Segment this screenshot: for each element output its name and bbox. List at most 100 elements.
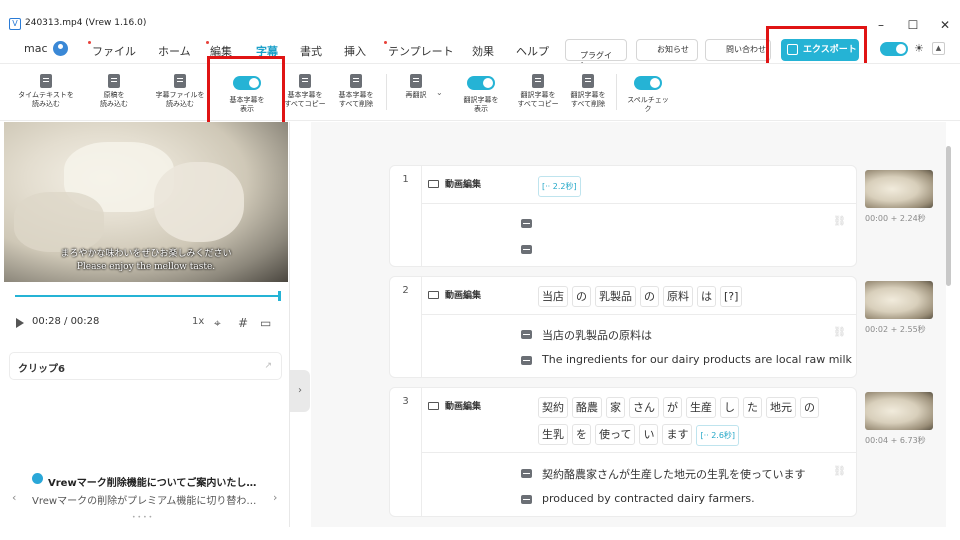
screenshot-icon[interactable]: ⌖ [214,316,221,331]
clip-thumbnail[interactable] [865,392,933,430]
user-name[interactable]: mac [24,42,48,55]
notice-banner[interactable]: Vrewマーク削除機能についてご案内いたし… Vrewマークの削除がプレミアム機… [0,464,290,526]
video-preview[interactable]: まろやかな味わいをぜひお楽しみください Please enjoy the mel… [4,122,288,282]
word-token[interactable]: た [743,397,762,418]
minimize-button[interactable]: – [866,16,896,34]
pagination-dots: •••• [132,514,155,521]
subtitle-line-icon [521,219,532,228]
clip-tokens[interactable]: 当店の乳製品の原料は [?] [538,283,848,310]
clip-row[interactable]: 2 動画編集 当店の乳製品の原料は [?] 当店の乳製品の原料は ⛓ The in… [389,276,857,378]
clip-header[interactable]: 動画編集 [428,288,481,301]
link-icon[interactable]: ⛓ [833,216,846,227]
window-title: 240313.mp4 (Vrew 1.16.0) [25,18,147,28]
link-icon[interactable]: ⛓ [833,327,846,338]
tab-template[interactable]: テンプレート [384,41,454,59]
clip-thumbnail[interactable] [865,281,933,319]
avatar-icon[interactable] [53,41,68,56]
close-button[interactable]: ✕ [930,16,960,34]
word-token[interactable]: [?] [720,286,743,307]
word-token[interactable]: 乳製品 [595,286,636,307]
word-token[interactable]: 地元 [766,397,796,418]
gap-token[interactable]: [·· 2.2秒] [538,176,581,197]
clip-tokens[interactable]: [·· 2.2秒] [538,172,848,199]
link-icon[interactable]: ⛓ [833,466,846,477]
subtitle-en[interactable]: produced by contracted dairy farmers. [542,492,755,505]
playback-progress-bar[interactable] [15,295,280,297]
play-icon[interactable] [16,318,24,328]
import-subtitle-file-button[interactable]: 字幕ファイルを 読み込む [148,74,212,109]
word-token[interactable]: さん [629,397,659,418]
notice-title: Vrewマーク削除機能についてご案内いたし… [48,478,257,489]
word-token[interactable]: 酪農 [572,397,602,418]
clip-row[interactable]: 3 動画編集 契約 酪農家さんが生産した地元 の生乳を使っています [·· 2.6秒]… [389,387,857,517]
translate-delete-icon [582,74,594,88]
subtitle-overlay-icon[interactable]: ▭ [260,316,271,330]
word-token[interactable]: 原料 [663,286,693,307]
tab-file[interactable]: ファイル [88,41,136,59]
chevron-right-icon[interactable]: › [273,491,277,504]
word-token[interactable]: を [572,424,591,445]
retranslate-button[interactable]: 再翻訳 [398,74,434,100]
word-token[interactable]: い [639,424,659,445]
tab-help[interactable]: ヘルプ [516,43,549,59]
spellcheck-toggle[interactable]: スペルチェッ ク [622,74,674,114]
tab-format[interactable]: 書式 [300,43,322,59]
delete-all-translated-button[interactable]: 翻訳字幕を すべて削除 [564,74,612,109]
import-timetext-button[interactable]: タイムテキストを 読み込む [10,74,82,109]
show-translated-subtitles-toggle[interactable]: 翻訳字幕を 表示 [454,74,508,114]
panel-collapse-button[interactable]: › [290,370,310,412]
subtitle-jp[interactable]: 契約酪農家さんが生産した地元の生乳を使っています [542,466,805,482]
playback-time: 00:28 / 00:28 [32,316,99,327]
word-token[interactable]: 使って [595,424,636,445]
maximize-button[interactable]: ☐ [898,16,928,34]
tab-effects[interactable]: 効果 [472,43,494,59]
retranslate-dropdown-icon[interactable]: ⌄ [436,88,443,97]
word-token[interactable]: が [663,397,682,418]
clip-card[interactable]: クリップ6 ↗ [9,352,282,380]
clip-header[interactable]: 動画編集 [428,177,481,190]
gap-token[interactable]: [·· 2.6秒] [696,425,740,446]
translation-line-icon [521,356,532,365]
clip-row[interactable]: 1 動画編集 [·· 2.2秒] ⛓ [389,165,857,267]
clip-thumbnail[interactable] [865,170,933,208]
script-icon [108,74,120,88]
copy-all-translated-button[interactable]: 翻訳字幕を すべてコピー [510,74,566,109]
word-token[interactable]: ます [662,424,693,445]
chevron-up-icon[interactable]: ▲ [932,42,945,55]
playback-progress-handle[interactable] [278,291,281,301]
translation-line-icon [521,245,532,254]
toggle-switch[interactable] [467,76,495,90]
word-token[interactable]: の [800,397,819,418]
external-link-icon[interactable]: ↗ [264,361,272,371]
plugin-button[interactable]: プラグイ ン [565,39,627,70]
theme-toggle[interactable] [880,42,908,56]
word-token[interactable]: 契約 [538,397,568,418]
word-token[interactable]: 当店 [538,286,568,307]
import-script-button[interactable]: 原稿を 読み込む [88,74,140,109]
subtitle-file-icon [174,74,186,88]
chevron-left-icon[interactable]: ‹ [12,491,16,504]
copy-all-basic-subtitles-button[interactable]: 基本字幕を すべてコピー [278,74,332,109]
subtitle-jp[interactable]: 当店の乳製品の原料は [542,327,652,343]
delete-all-basic-subtitles-button[interactable]: 基本字幕を すべて削除 [332,74,380,109]
contact-button[interactable]: 問い合わせ [705,39,771,61]
word-token[interactable]: 生産 [686,397,716,418]
tab-insert[interactable]: 挿入 [344,43,366,59]
clip-header[interactable]: 動画編集 [428,399,481,412]
word-token[interactable]: し [720,397,739,418]
word-token[interactable]: の [572,286,591,307]
grid-icon[interactable]: # [238,316,248,330]
toggle-switch[interactable] [634,76,662,90]
tab-home[interactable]: ホーム [158,43,191,59]
editor-scrollbar[interactable] [946,146,951,286]
clip-divider [422,452,856,453]
clip-tokens[interactable]: 契約 酪農家さんが生産した地元 の生乳を使っています [·· 2.6秒] [538,394,848,448]
word-token[interactable]: 家 [606,397,625,418]
preview-subtitle-en: Please enjoy the mellow taste. [76,262,216,272]
playback-speed[interactable]: 1x [192,316,204,327]
subtitle-en[interactable]: The ingredients for our dairy products a… [542,353,852,366]
word-token[interactable]: は [697,286,716,307]
word-token[interactable]: 生乳 [538,424,568,445]
notice-button[interactable]: お知らせ [636,39,698,61]
word-token[interactable]: の [640,286,659,307]
